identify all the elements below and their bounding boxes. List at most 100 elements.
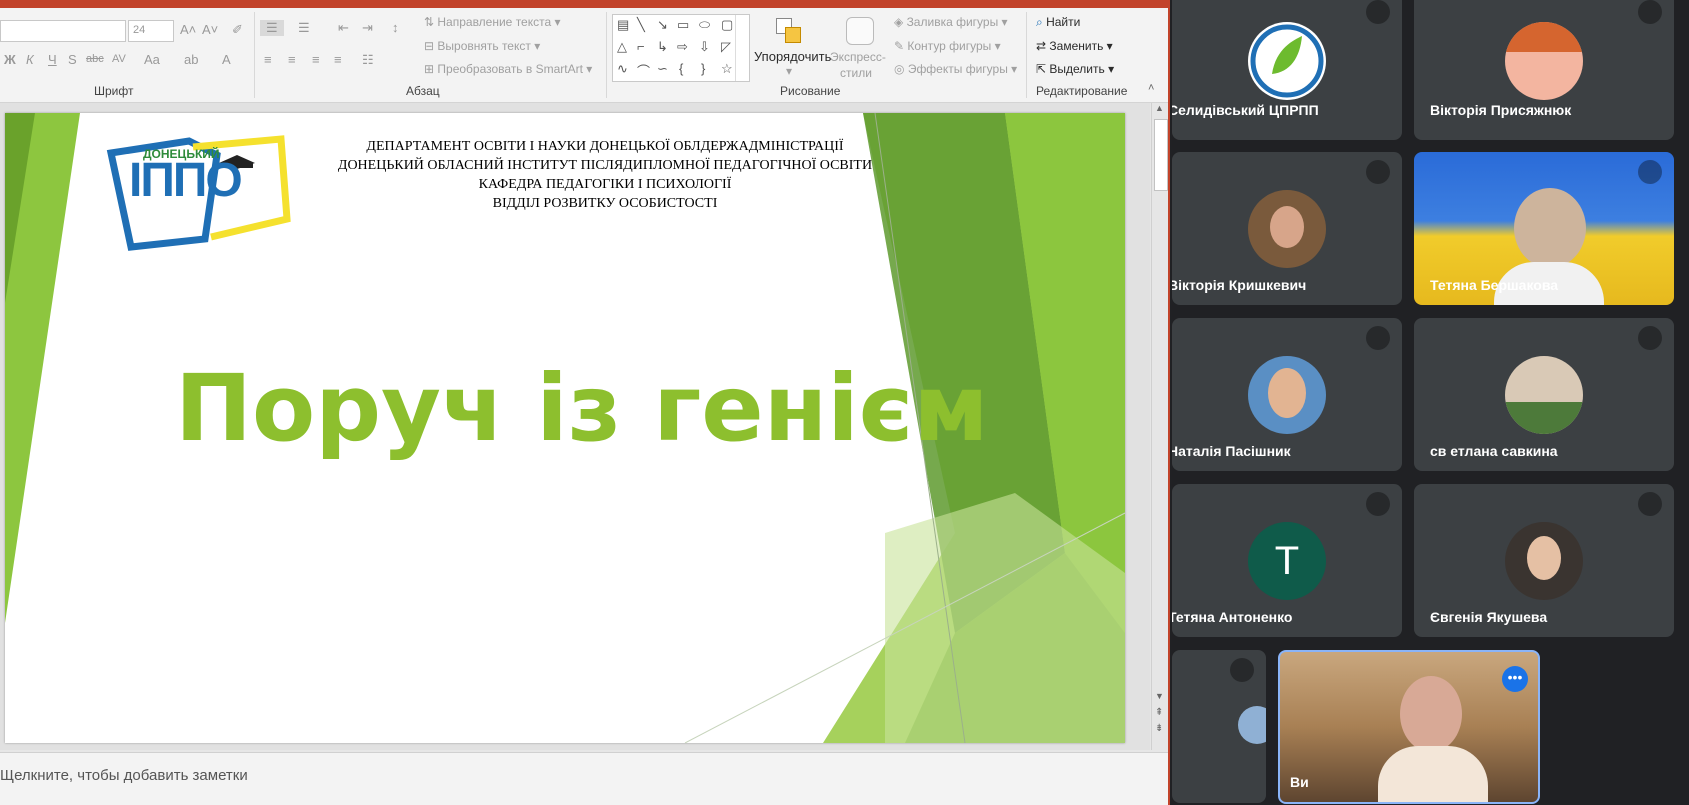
- avatar: [1248, 356, 1326, 434]
- avatar: [1505, 22, 1583, 100]
- drawing-group-label: Рисование: [780, 84, 841, 98]
- triangle-shape-icon[interactable]: △: [617, 39, 627, 55]
- text-direction-button[interactable]: ⇅ Направление текста ▾: [424, 15, 561, 29]
- more-options-icon[interactable]: •••: [1502, 666, 1528, 692]
- connector-shape-icon[interactable]: ⌐: [637, 39, 645, 54]
- participant-tile[interactable]: св етлана савкина: [1414, 318, 1674, 471]
- curve-shape-icon[interactable]: ∿: [617, 61, 628, 77]
- rounded-rect-shape-icon[interactable]: ▢: [721, 17, 733, 33]
- find-button[interactable]: ⌕ Найти: [1036, 15, 1080, 30]
- star-shape-icon[interactable]: ☆: [721, 61, 733, 77]
- face: [1400, 676, 1462, 752]
- decrease-indent-icon[interactable]: ⇤: [338, 20, 349, 36]
- text-direction-label: Направление текста: [437, 15, 552, 29]
- replace-button[interactable]: ⇄ Заменить ▾: [1036, 39, 1113, 53]
- participant-name: Вікторія Присяжнюк: [1430, 102, 1572, 118]
- oval-shape-icon[interactable]: ⬭: [699, 17, 710, 33]
- prev-slide-icon[interactable]: ⇞: [1155, 707, 1163, 718]
- shape-fill-button[interactable]: ◈ Заливка фигуры ▾: [894, 15, 1008, 29]
- shape-outline-button[interactable]: ✎ Контур фигуры ▾: [894, 39, 1001, 53]
- face: [1514, 188, 1586, 268]
- shape-outline-label: Контур фигуры: [907, 39, 992, 53]
- change-case-button[interactable]: Aa: [144, 52, 160, 67]
- down-arrow-shape-icon[interactable]: ⇩: [699, 39, 710, 55]
- participant-name: Євгенія Якушева: [1430, 609, 1548, 625]
- quick-styles-button[interactable]: Экспресс-: [830, 50, 886, 64]
- self-video-tile[interactable]: ••• Ви: [1278, 650, 1540, 804]
- gallery-scroll[interactable]: [735, 15, 750, 81]
- shrink-font-icon[interactable]: A˅: [202, 22, 218, 37]
- scroll-up-icon[interactable]: ▲: [1155, 103, 1164, 113]
- align-left-icon[interactable]: ≡: [264, 52, 272, 67]
- freeform-shape-icon[interactable]: ∽: [657, 61, 668, 77]
- replace-label: Заменить: [1049, 39, 1104, 53]
- notes-pane[interactable]: Щелкните, чтобы добавить заметки: [0, 752, 1168, 805]
- line-shape-icon[interactable]: ╲: [637, 17, 645, 33]
- arrow-shape-icon[interactable]: ↘: [657, 17, 668, 33]
- smartart-button[interactable]: ⊞ Преобразовать в SmartArt ▾: [424, 62, 592, 76]
- arc-shape-icon[interactable]: ⌒: [637, 61, 650, 80]
- font-size-box[interactable]: 24: [128, 20, 174, 42]
- ribbon: 24 A˄ A˅ ✐ Ж К Ч S abc AV Aa ab A Шрифт …: [0, 8, 1168, 103]
- vertical-scrollbar[interactable]: ▲ ▼ ⇞ ⇟: [1151, 103, 1168, 750]
- textbox-shape-icon[interactable]: ▤: [617, 17, 629, 33]
- align-center-icon[interactable]: ≡: [288, 52, 296, 67]
- grow-font-icon[interactable]: A˄: [180, 22, 196, 37]
- collapse-ribbon-icon[interactable]: ˄: [1148, 82, 1154, 94]
- arrange-dropdown-icon[interactable]: ▾: [786, 64, 792, 78]
- shape-fill-label: Заливка фигуры: [906, 15, 999, 29]
- clear-format-icon[interactable]: ✐: [232, 22, 243, 38]
- right-arrow-shape-icon[interactable]: ⇨: [677, 39, 688, 55]
- shadow-button[interactable]: S: [68, 52, 77, 67]
- participant-tile[interactable]: Євгенія Якушева: [1414, 484, 1674, 637]
- columns-icon[interactable]: ☷: [362, 52, 374, 68]
- elbow-shape-icon[interactable]: ↳: [657, 39, 668, 55]
- next-slide-icon[interactable]: ⇟: [1155, 723, 1163, 734]
- slide-title[interactable]: Поруч із генієм: [175, 355, 989, 462]
- scroll-down-icon[interactable]: ▼: [1155, 691, 1164, 701]
- pen-icon: ✎: [894, 39, 908, 53]
- left-brace-shape-icon[interactable]: {: [679, 61, 683, 76]
- strikethrough-button[interactable]: abc: [86, 53, 104, 65]
- italic-button[interactable]: К: [26, 52, 34, 67]
- align-text-button[interactable]: ⊟ Выровнять текст ▾: [424, 39, 540, 53]
- underline-button[interactable]: Ч: [48, 52, 57, 67]
- line-spacing-icon[interactable]: ↕: [392, 20, 399, 35]
- rectangle-shape-icon[interactable]: ▭: [677, 17, 689, 33]
- bullets-icon[interactable]: ☰: [260, 20, 284, 36]
- align-right-icon[interactable]: ≡: [312, 52, 320, 67]
- justify-icon[interactable]: ≡: [334, 52, 342, 67]
- notes-placeholder: Щелкните, чтобы добавить заметки: [0, 767, 248, 784]
- header-line: ДЕПАРТАМЕНТ ОСВІТИ І НАУКИ ДОНЕЦЬКОЇ ОБЛ…: [366, 139, 844, 154]
- participant-tile[interactable]: Т Тетяна Антоненко: [1172, 484, 1402, 637]
- participant-tile[interactable]: Селидівський ЦПРПП: [1172, 0, 1402, 140]
- participant-name: Ви: [1290, 774, 1309, 790]
- participant-tile[interactable]: Вікторія Присяжнюк: [1414, 0, 1674, 140]
- arrange-button[interactable]: Упорядочить: [754, 49, 831, 64]
- select-button[interactable]: ⇱ Выделить ▾: [1036, 62, 1114, 76]
- highlight-icon[interactable]: ab: [184, 52, 198, 67]
- participant-tile[interactable]: Вікторія Кришкевич: [1172, 152, 1402, 305]
- participant-tile[interactable]: Наталія Пасішник: [1172, 318, 1402, 471]
- shape-effects-button[interactable]: ◎ Эффекты фигуры ▾: [894, 62, 1017, 76]
- scroll-thumb[interactable]: [1154, 119, 1168, 191]
- font-color-icon[interactable]: A: [222, 52, 231, 67]
- right-brace-shape-icon[interactable]: }: [701, 61, 705, 76]
- bold-button[interactable]: Ж: [4, 52, 16, 67]
- numbering-icon[interactable]: ☰: [298, 20, 310, 36]
- replace-icon: ⇄: [1036, 39, 1050, 53]
- shapes-gallery[interactable]: ▤ ╲ ↘ ▭ ⬭ ▢ △ ⌐ ↳ ⇨ ⇩ ◸ ∿ ⌒ ∽ { } ☆: [612, 14, 750, 82]
- editing-group-label: Редактирование: [1036, 84, 1128, 98]
- powerpoint-window: 24 A˄ A˅ ✐ Ж К Ч S abc AV Aa ab A Шрифт …: [0, 0, 1168, 805]
- avatar: [1248, 22, 1326, 100]
- quick-styles-button-line2[interactable]: стили: [840, 66, 872, 80]
- char-spacing-button[interactable]: AV: [112, 53, 126, 65]
- participant-video[interactable]: Тетяна Бершакова: [1414, 152, 1674, 305]
- increase-indent-icon[interactable]: ⇥: [362, 20, 373, 36]
- shape-icon[interactable]: ◸: [721, 39, 731, 55]
- header-line: ВІДДІЛ РОЗВИТКУ ОСОБИСТОСТІ: [492, 196, 718, 211]
- font-name-box[interactable]: [0, 20, 126, 42]
- participant-name: Вікторія Кришкевич: [1172, 277, 1307, 293]
- slide[interactable]: ДОНЕЦЬКИЙ ІППО ДЕПАРТАМЕНТ ОСВІТИ І НАУК…: [5, 113, 1125, 743]
- participant-tile[interactable]: [1172, 650, 1266, 803]
